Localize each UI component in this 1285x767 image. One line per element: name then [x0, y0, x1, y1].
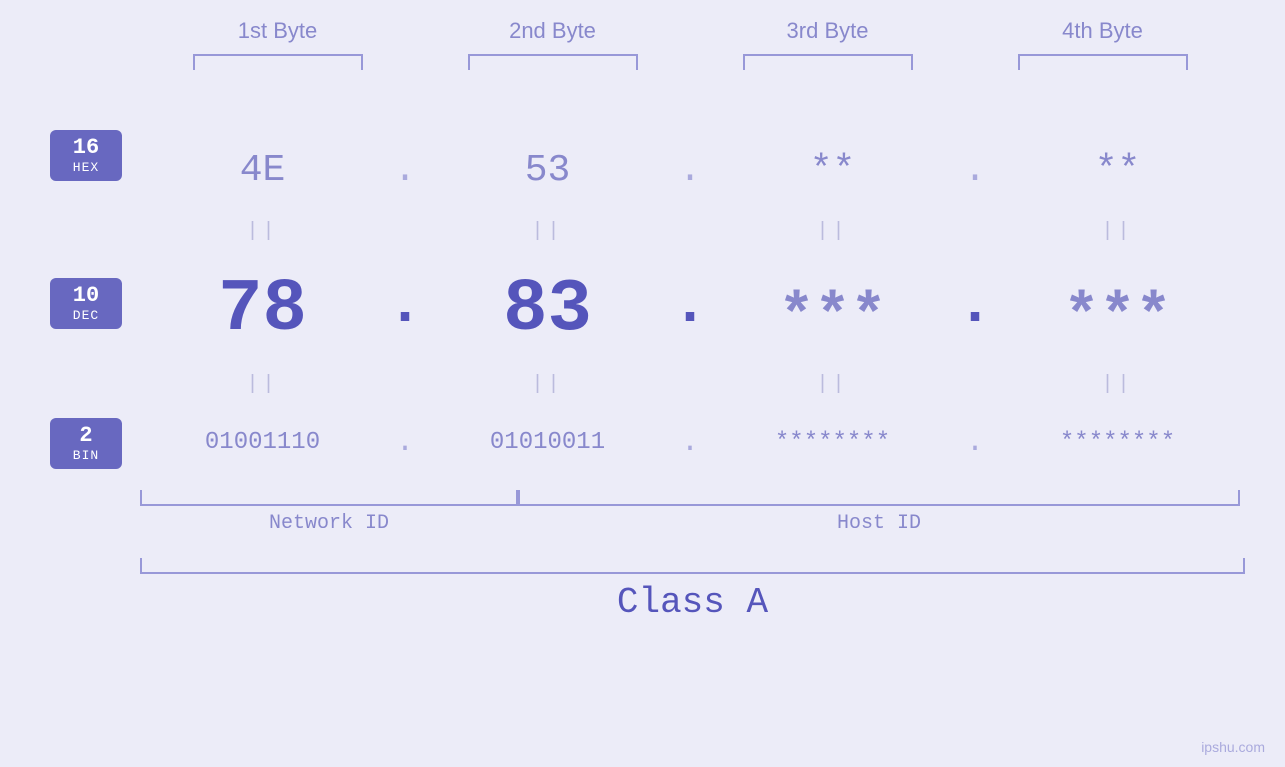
host-bracket: [518, 490, 1240, 506]
hex-dot-3: .: [955, 149, 995, 192]
equals-3: ||: [710, 220, 955, 243]
bin-b2-value: 01010011: [490, 429, 605, 456]
page-container: 1st Byte 2nd Byte 3rd Byte 4th Byte 16 H…: [0, 0, 1285, 767]
top-brackets: [140, 54, 1240, 70]
hex-b4-cell: **: [995, 149, 1240, 192]
equals-6: ||: [425, 373, 670, 396]
bin-b4-cell: ********: [995, 429, 1240, 456]
byte-header-1: 1st Byte: [140, 10, 415, 52]
bottom-brackets: [140, 490, 1240, 506]
equals-1: ||: [140, 220, 385, 243]
hex-badge: 16 HEX: [50, 130, 122, 181]
bin-b4-value: ********: [1060, 429, 1175, 456]
hex-b3-cell: **: [710, 149, 955, 192]
equals-7: ||: [710, 373, 955, 396]
bin-b3-cell: ********: [710, 429, 955, 456]
hex-row: 4E . 53 . ** . **: [140, 138, 1240, 203]
dec-b4-value: ***: [1063, 284, 1171, 352]
hex-dot-2: .: [670, 149, 710, 192]
hex-b1-value: 4E: [240, 149, 286, 192]
byte-header-3: 3rd Byte: [690, 10, 965, 52]
bin-dot-3: .: [955, 426, 995, 460]
dec-dot-1: .: [385, 272, 425, 352]
dec-b2-cell: 83: [425, 268, 670, 352]
bin-b2-cell: 01010011: [425, 429, 670, 456]
network-bracket: [140, 490, 518, 506]
bin-b3-value: ********: [775, 429, 890, 456]
top-bracket-2: [468, 54, 638, 70]
dec-b1-cell: 78: [140, 268, 385, 352]
dec-dot-2: .: [670, 272, 710, 352]
bin-b1-value: 01001110: [205, 429, 320, 456]
equals-4: ||: [995, 220, 1240, 243]
byte-header-2: 2nd Byte: [415, 10, 690, 52]
equals-row-2: || || || ||: [140, 368, 1240, 400]
dec-badge: 10 DEC: [50, 278, 122, 329]
host-id-label: Host ID: [518, 512, 1240, 535]
bin-row: 01001110 . 01010011 . ******** . *******…: [140, 410, 1240, 475]
dec-row: 78 . 83 . *** . ***: [140, 252, 1240, 352]
outer-bracket: [140, 558, 1245, 574]
dec-b2-value: 83: [503, 268, 592, 352]
hex-dot-1: .: [385, 149, 425, 192]
hex-b1-cell: 4E: [140, 149, 385, 192]
equals-row-1: || || || ||: [140, 215, 1240, 247]
byte-headers-row: 1st Byte 2nd Byte 3rd Byte 4th Byte: [140, 10, 1240, 52]
bin-b1-cell: 01001110: [140, 429, 385, 456]
watermark: ipshu.com: [1201, 739, 1265, 755]
id-labels-row: Network ID Host ID: [140, 512, 1240, 535]
dec-b1-value: 78: [218, 268, 307, 352]
hex-b4-value: **: [1095, 149, 1141, 192]
byte-header-4: 4th Byte: [965, 10, 1240, 52]
bin-badge: 2 BIN: [50, 418, 122, 469]
dec-b4-cell: ***: [995, 284, 1240, 352]
equals-5: ||: [140, 373, 385, 396]
equals-2: ||: [425, 220, 670, 243]
top-bracket-3: [743, 54, 913, 70]
hex-b2-value: 53: [525, 149, 571, 192]
bin-dot-2: .: [670, 426, 710, 460]
dec-b3-cell: ***: [710, 284, 955, 352]
bin-dot-1: .: [385, 426, 425, 460]
hex-b3-value: **: [810, 149, 856, 192]
top-bracket-1: [193, 54, 363, 70]
class-label: Class A: [140, 582, 1245, 623]
equals-8: ||: [995, 373, 1240, 396]
hex-b2-cell: 53: [425, 149, 670, 192]
dec-dot-3: .: [955, 272, 995, 352]
network-id-label: Network ID: [140, 512, 518, 535]
top-bracket-4: [1018, 54, 1188, 70]
dec-b3-value: ***: [778, 284, 886, 352]
